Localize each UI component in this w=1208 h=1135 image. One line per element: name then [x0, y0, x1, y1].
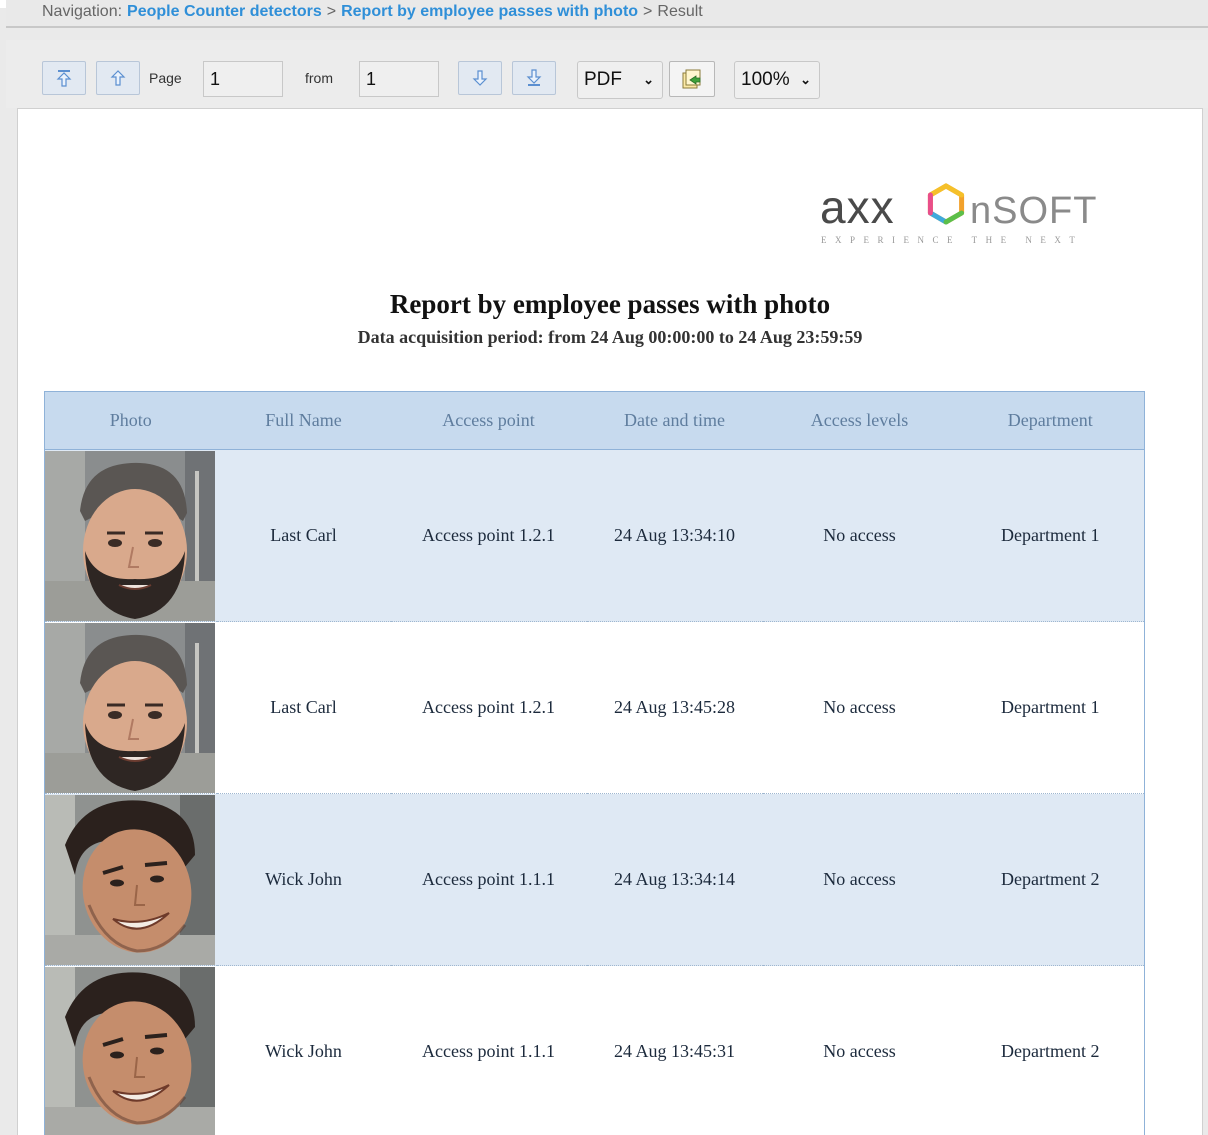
- arrow-down-icon: [472, 70, 488, 86]
- smiling-young-man-photo: [45, 966, 215, 1135]
- previous-page-button[interactable]: [96, 61, 140, 95]
- full-name-cell: Last Carl: [216, 449, 391, 622]
- department-cell: Department 2: [956, 965, 1145, 1135]
- column-header-access-point: Access point: [390, 391, 587, 450]
- photo-cell: [44, 449, 217, 622]
- access-point-cell: Access point 1.1.1: [390, 965, 587, 1135]
- export-button[interactable]: [669, 61, 715, 97]
- column-header-photo: Photo: [44, 391, 217, 450]
- arrow-up-icon: [110, 70, 126, 86]
- access-level-cell: No access: [762, 621, 957, 794]
- breadcrumb-separator: >: [326, 3, 337, 20]
- report-viewer-window: Navigation: People Counter detectors > Repo…: [0, 0, 1208, 1135]
- column-header-full-name: Full Name: [216, 391, 391, 450]
- access-level-cell: No access: [762, 793, 957, 966]
- chevron-down-icon: ⌄: [800, 72, 811, 87]
- last-page-button[interactable]: [512, 61, 556, 95]
- column-header-access-levels: Access levels: [762, 391, 957, 450]
- breadcrumb-current: Result: [657, 3, 703, 20]
- logo-text-left: axx: [820, 181, 895, 233]
- access-level-cell: No access: [762, 449, 957, 622]
- breadcrumb: Navigation: People Counter detectors > Repo…: [6, 0, 1208, 28]
- table-row: Wick John Access point 1.1.1 24 Aug 13:3…: [44, 793, 1145, 966]
- export-format-value: PDF: [584, 69, 622, 90]
- photo-cell: [44, 965, 217, 1135]
- total-pages-field: 1: [359, 61, 439, 97]
- table-row: Wick John Access point 1.1.1 24 Aug 13:4…: [44, 965, 1145, 1135]
- report-title: Report by employee passes with photo: [389, 289, 831, 319]
- first-page-button[interactable]: [42, 61, 86, 95]
- breadcrumb-label: Navigation:: [42, 3, 123, 20]
- access-level-cell: No access: [762, 965, 957, 1135]
- table-header-row: Photo Full Name Access point Date and ti…: [44, 391, 1145, 450]
- access-point-cell: Access point 1.2.1: [390, 449, 587, 622]
- breadcrumb-people-counter-detectors[interactable]: People Counter detectors: [127, 3, 322, 20]
- report-table: Photo Full Name Access point Date and ti…: [44, 391, 1145, 1135]
- zoom-select[interactable]: 100% ⌄: [734, 61, 820, 99]
- table-row: Last Carl Access point 1.2.1 24 Aug 13:4…: [44, 621, 1145, 794]
- breadcrumb-separator: >: [643, 3, 653, 20]
- access-point-cell: Access point 1.1.1: [390, 793, 587, 966]
- date-time-cell: 24 Aug 13:34:10: [586, 449, 763, 622]
- zoom-value: 100%: [741, 69, 790, 90]
- axxonsoft-logo: axx nSOFT EXPERIENCE THE NEXT: [818, 179, 1138, 259]
- report-page: axx nSOFT EXPERIENCE THE NEXT Report by …: [17, 108, 1203, 1135]
- report-table-container: Photo Full Name Access point Date and ti…: [44, 391, 1145, 1135]
- full-name-cell: Wick John: [216, 965, 391, 1135]
- column-header-date-time: Date and time: [586, 391, 763, 450]
- department-cell: Department 1: [956, 621, 1145, 794]
- full-name-cell: Wick John: [216, 793, 391, 966]
- date-time-cell: 24 Aug 13:34:14: [586, 793, 763, 966]
- bearded-man-cap-photo: [45, 622, 215, 793]
- table-row: Last Carl Access point 1.2.1 24 Aug 13:3…: [44, 449, 1145, 622]
- smiling-young-man-photo: [45, 794, 215, 965]
- photo-cell: [44, 793, 217, 966]
- hexagon-icon: [927, 183, 965, 225]
- date-time-cell: 24 Aug 13:45:28: [586, 621, 763, 794]
- logo-tagline: EXPERIENCE THE NEXT: [821, 235, 1084, 245]
- report-toolbar: Page 1 from 1 PDF ⌄ 100% ⌄: [6, 40, 1208, 108]
- page-label: Page: [149, 70, 182, 86]
- breadcrumb-report-by-employee-passes[interactable]: Report by employee passes with photo: [341, 3, 638, 20]
- photo-cell: [44, 621, 217, 794]
- department-cell: Department 2: [956, 793, 1145, 966]
- department-cell: Department 1: [956, 449, 1145, 622]
- bearded-man-cap-photo: [45, 450, 215, 621]
- page-number-input[interactable]: 1: [203, 61, 283, 97]
- column-header-department: Department: [956, 391, 1145, 450]
- export-document-icon: [682, 69, 701, 89]
- from-label: from: [305, 70, 333, 86]
- chevron-down-icon: ⌄: [643, 72, 654, 87]
- first-page-icon: [56, 70, 72, 87]
- next-page-button[interactable]: [458, 61, 502, 95]
- full-name-cell: Last Carl: [216, 621, 391, 794]
- date-time-cell: 24 Aug 13:45:31: [586, 965, 763, 1135]
- logo-text-right: nSOFT: [970, 190, 1097, 232]
- last-page-icon: [526, 69, 542, 86]
- report-period: Data acquisition period: from 24 Aug 00:…: [357, 327, 863, 347]
- access-point-cell: Access point 1.2.1: [390, 621, 587, 794]
- export-format-select[interactable]: PDF ⌄: [577, 61, 663, 99]
